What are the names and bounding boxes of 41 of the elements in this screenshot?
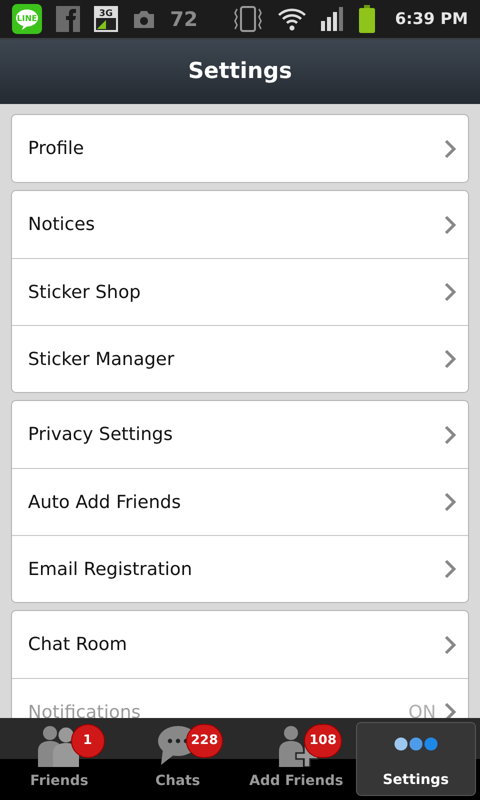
- tab[interactable]: Chats 228: [118, 722, 237, 796]
- chevron-icon: [444, 702, 456, 718]
- status-time: 6:39 PM: [394, 8, 468, 30]
- item-label: Sticker Manager: [28, 348, 176, 372]
- settings-item[interactable]: Profile: [12, 115, 468, 182]
- app-icon: LINE: [12, 4, 42, 34]
- item-label: Privacy Settings: [28, 423, 174, 447]
- facebook-icon: [56, 6, 80, 32]
- item-label: Notifications: [28, 700, 142, 718]
- wifi-icon: [276, 7, 307, 31]
- item-label: Auto Add Friends: [28, 490, 182, 514]
- chevron-icon: [444, 138, 456, 158]
- network-icon: 3G: [94, 6, 118, 32]
- chevron-icon: [444, 282, 456, 302]
- camera-icon: [132, 9, 156, 29]
- page-title: Settings: [188, 58, 292, 86]
- dots-icon: [394, 737, 438, 751]
- chevron-icon: [444, 559, 456, 579]
- count-badge: 228: [186, 724, 223, 758]
- chevron-icon: [444, 424, 456, 444]
- item-label: Email Registration: [28, 558, 194, 582]
- settings-item[interactable]: Email Registration: [12, 535, 468, 602]
- signal-icon: [320, 7, 345, 31]
- count-badge: 1: [70, 724, 104, 758]
- item-label: Chat Room: [28, 633, 128, 657]
- tab[interactable]: Add Friends 108: [237, 722, 356, 796]
- battery-icon: [358, 5, 375, 33]
- chevron-icon: [444, 492, 456, 512]
- temperature-text: 72: [170, 6, 198, 33]
- vibrate-icon: [232, 5, 263, 33]
- item-label: Sticker Shop: [28, 280, 142, 304]
- tab[interactable]: Settings: [356, 722, 476, 796]
- settings-item[interactable]: Sticker Manager: [12, 325, 468, 392]
- item-label: Notices: [28, 213, 96, 237]
- chevron-icon: [444, 349, 456, 369]
- item-value: ON: [408, 700, 436, 718]
- chevron-icon: [444, 214, 456, 234]
- item-label: Profile: [28, 137, 85, 161]
- count-badge: 108: [304, 724, 342, 758]
- chevron-icon: [444, 634, 456, 654]
- tab[interactable]: Friends 1: [0, 722, 118, 796]
